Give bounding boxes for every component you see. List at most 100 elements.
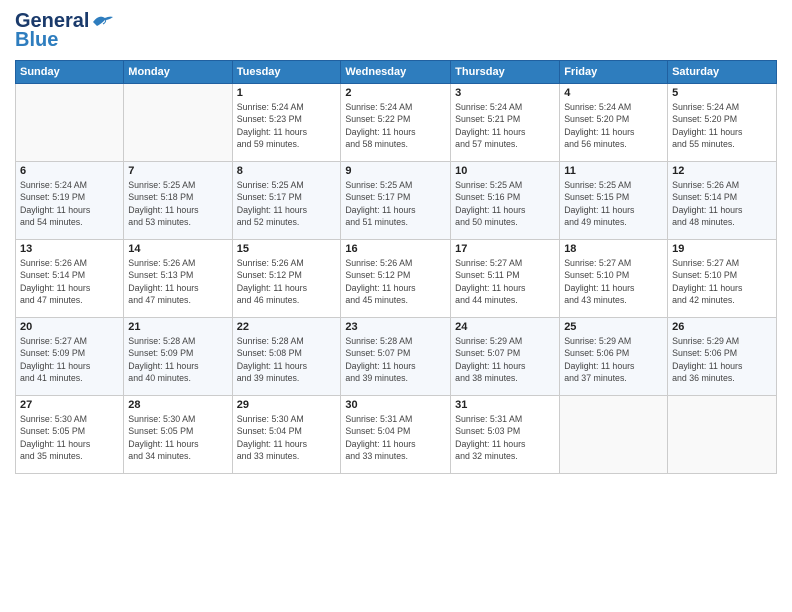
calendar-cell: 31 Sunrise: 5:31 AM Sunset: 5:03 PM Dayli… — [451, 396, 560, 474]
day-info: Sunrise: 5:26 AM Sunset: 5:12 PM Dayligh… — [237, 257, 337, 306]
day-info: Sunrise: 5:24 AM Sunset: 5:21 PM Dayligh… — [455, 101, 555, 150]
day-number: 27 — [20, 399, 119, 411]
day-info: Sunrise: 5:25 AM Sunset: 5:15 PM Dayligh… — [564, 179, 663, 228]
calendar-header-wednesday: Wednesday — [341, 61, 451, 84]
day-info: Sunrise: 5:26 AM Sunset: 5:14 PM Dayligh… — [672, 179, 772, 228]
day-info: Sunrise: 5:28 AM Sunset: 5:07 PM Dayligh… — [345, 335, 446, 384]
calendar-cell: 12 Sunrise: 5:26 AM Sunset: 5:14 PM Dayli… — [668, 162, 777, 240]
day-info: Sunrise: 5:29 AM Sunset: 5:06 PM Dayligh… — [672, 335, 772, 384]
calendar-cell: 17Sunrise: 5:27 AM Sunset: 5:11 PM Dayli… — [451, 240, 560, 318]
day-info: Sunrise: 5:26 AM Sunset: 5:13 PM Dayligh… — [128, 257, 227, 306]
day-number: 7 — [128, 165, 227, 177]
day-info: Sunrise: 5:25 AM Sunset: 5:17 PM Dayligh… — [345, 179, 446, 228]
calendar-cell: 18 Sunrise: 5:27 AM Sunset: 5:10 PM Dayli… — [560, 240, 668, 318]
calendar-table: SundayMondayTuesdayWednesdayThursdayFrid… — [15, 60, 777, 474]
day-number: 18 — [564, 243, 663, 255]
day-info: Sunrise: 5:28 AM Sunset: 5:08 PM Dayligh… — [237, 335, 337, 384]
day-info: Sunrise: 5:31 AM Sunset: 5:03 PM Dayligh… — [455, 413, 555, 462]
calendar-cell: 24Sunrise: 5:29 AM Sunset: 5:07 PM Dayli… — [451, 318, 560, 396]
day-info: Sunrise: 5:28 AM Sunset: 5:09 PM Dayligh… — [128, 335, 227, 384]
day-number: 20 — [20, 321, 119, 333]
day-info: Sunrise: 5:29 AM Sunset: 5:06 PM Dayligh… — [564, 335, 663, 384]
day-number: 30 — [345, 399, 446, 411]
calendar-header-thursday: Thursday — [451, 61, 560, 84]
calendar-week-1: 1 Sunrise: 5:24 AM Sunset: 5:23 PM Daylig… — [16, 84, 777, 162]
day-info: Sunrise: 5:24 AM Sunset: 5:19 PM Dayligh… — [20, 179, 119, 228]
day-info: Sunrise: 5:25 AM Sunset: 5:16 PM Dayligh… — [455, 179, 555, 228]
calendar-cell: 2 Sunrise: 5:24 AM Sunset: 5:22 PM Daylig… — [341, 84, 451, 162]
calendar-cell: 28 Sunrise: 5:30 AM Sunset: 5:05 PM Dayli… — [124, 396, 232, 474]
day-info: Sunrise: 5:31 AM Sunset: 5:04 PM Dayligh… — [345, 413, 446, 462]
day-number: 19 — [672, 243, 772, 255]
calendar-week-4: 20 Sunrise: 5:27 AM Sunset: 5:09 PM Dayli… — [16, 318, 777, 396]
header: General Blue — [15, 10, 777, 52]
day-info: Sunrise: 5:24 AM Sunset: 5:20 PM Dayligh… — [564, 101, 663, 150]
calendar-cell: 8 Sunrise: 5:25 AM Sunset: 5:17 PM Daylig… — [232, 162, 341, 240]
day-info: Sunrise: 5:27 AM Sunset: 5:10 PM Dayligh… — [564, 257, 663, 306]
day-info: Sunrise: 5:26 AM Sunset: 5:12 PM Dayligh… — [345, 257, 446, 306]
calendar-cell: 21Sunrise: 5:28 AM Sunset: 5:09 PM Dayli… — [124, 318, 232, 396]
calendar-cell: 10 Sunrise: 5:25 AM Sunset: 5:16 PM Dayli… — [451, 162, 560, 240]
day-number: 15 — [237, 243, 337, 255]
day-number: 25 — [564, 321, 663, 333]
day-info: Sunrise: 5:24 AM Sunset: 5:20 PM Dayligh… — [672, 101, 772, 150]
calendar-cell: 13 Sunrise: 5:26 AM Sunset: 5:14 PM Dayli… — [16, 240, 124, 318]
calendar-cell — [16, 84, 124, 162]
calendar-cell: 9 Sunrise: 5:25 AM Sunset: 5:17 PM Daylig… — [341, 162, 451, 240]
day-number: 2 — [345, 87, 446, 99]
day-info: Sunrise: 5:24 AM Sunset: 5:23 PM Dayligh… — [237, 101, 337, 150]
day-info: Sunrise: 5:30 AM Sunset: 5:05 PM Dayligh… — [128, 413, 227, 462]
calendar-cell — [668, 396, 777, 474]
day-number: 4 — [564, 87, 663, 99]
day-number: 11 — [564, 165, 663, 177]
calendar-header-saturday: Saturday — [668, 61, 777, 84]
main-container: General Blue SundayMondayTuesdayWednesda… — [0, 0, 792, 612]
calendar-cell: 7 Sunrise: 5:25 AM Sunset: 5:18 PM Daylig… — [124, 162, 232, 240]
calendar-week-3: 13 Sunrise: 5:26 AM Sunset: 5:14 PM Dayli… — [16, 240, 777, 318]
day-number: 10 — [455, 165, 555, 177]
calendar-cell: 26 Sunrise: 5:29 AM Sunset: 5:06 PM Dayli… — [668, 318, 777, 396]
calendar-cell: 1 Sunrise: 5:24 AM Sunset: 5:23 PM Daylig… — [232, 84, 341, 162]
day-info: Sunrise: 5:24 AM Sunset: 5:22 PM Dayligh… — [345, 101, 446, 150]
day-number: 13 — [20, 243, 119, 255]
day-number: 16 — [345, 243, 446, 255]
calendar-header-friday: Friday — [560, 61, 668, 84]
calendar-cell: 4 Sunrise: 5:24 AM Sunset: 5:20 PM Daylig… — [560, 84, 668, 162]
day-number: 29 — [237, 399, 337, 411]
calendar-header-monday: Monday — [124, 61, 232, 84]
calendar-cell: 16 Sunrise: 5:26 AM Sunset: 5:12 PM Dayli… — [341, 240, 451, 318]
day-number: 9 — [345, 165, 446, 177]
day-number: 14 — [128, 243, 227, 255]
day-number: 31 — [455, 399, 555, 411]
day-number: 1 — [237, 87, 337, 99]
calendar-cell: 14 Sunrise: 5:26 AM Sunset: 5:13 PM Dayli… — [124, 240, 232, 318]
calendar-cell — [560, 396, 668, 474]
day-info: Sunrise: 5:25 AM Sunset: 5:18 PM Dayligh… — [128, 179, 227, 228]
day-number: 12 — [672, 165, 772, 177]
calendar-cell — [124, 84, 232, 162]
day-number: 26 — [672, 321, 772, 333]
day-number: 22 — [237, 321, 337, 333]
day-info: Sunrise: 5:30 AM Sunset: 5:05 PM Dayligh… — [20, 413, 119, 462]
day-info: Sunrise: 5:25 AM Sunset: 5:17 PM Dayligh… — [237, 179, 337, 228]
calendar-cell: 11 Sunrise: 5:25 AM Sunset: 5:15 PM Dayli… — [560, 162, 668, 240]
day-info: Sunrise: 5:27 AM Sunset: 5:11 PM Dayligh… — [455, 257, 555, 306]
day-info: Sunrise: 5:27 AM Sunset: 5:09 PM Dayligh… — [20, 335, 119, 384]
day-number: 8 — [237, 165, 337, 177]
calendar-cell: 6Sunrise: 5:24 AM Sunset: 5:19 PM Daylig… — [16, 162, 124, 240]
calendar-cell: 22 Sunrise: 5:28 AM Sunset: 5:08 PM Dayli… — [232, 318, 341, 396]
day-number: 23 — [345, 321, 446, 333]
calendar-cell: 25 Sunrise: 5:29 AM Sunset: 5:06 PM Dayli… — [560, 318, 668, 396]
logo-blue: Blue — [15, 29, 58, 52]
day-info: Sunrise: 5:30 AM Sunset: 5:04 PM Dayligh… — [237, 413, 337, 462]
logo: General Blue — [15, 10, 113, 52]
day-number: 28 — [128, 399, 227, 411]
calendar-cell: 5 Sunrise: 5:24 AM Sunset: 5:20 PM Daylig… — [668, 84, 777, 162]
calendar-header-tuesday: Tuesday — [232, 61, 341, 84]
calendar-cell: 19Sunrise: 5:27 AM Sunset: 5:10 PM Dayli… — [668, 240, 777, 318]
day-number: 5 — [672, 87, 772, 99]
day-info: Sunrise: 5:26 AM Sunset: 5:14 PM Dayligh… — [20, 257, 119, 306]
day-info: Sunrise: 5:29 AM Sunset: 5:07 PM Dayligh… — [455, 335, 555, 384]
calendar-week-5: 27 Sunrise: 5:30 AM Sunset: 5:05 PM Dayli… — [16, 396, 777, 474]
logo-bird-icon — [91, 14, 113, 30]
